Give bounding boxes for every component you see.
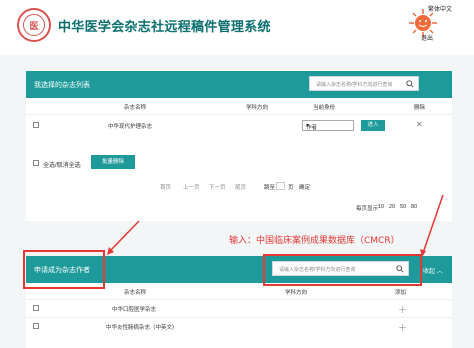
collapse-toggle[interactable]: 收起 ︿ (423, 266, 443, 275)
column-delete: 删除 (414, 105, 426, 111)
chevron-up-icon: ︿ (436, 269, 443, 275)
next-page-link[interactable]: 下一页 (209, 183, 226, 191)
first-page-link[interactable]: 首页 (160, 183, 171, 191)
batch-actions: 全选/取消全选 批量删除 (26, 155, 452, 171)
add-icon[interactable]: ＋ (398, 303, 407, 316)
column-journal-name: 杂志名称 (124, 290, 147, 296)
annotation-box-search (263, 254, 422, 286)
page-jump-input[interactable] (276, 182, 285, 190)
journal-name: 中华口腔医学杂志 (112, 307, 157, 313)
row-checkbox[interactable] (33, 305, 39, 311)
column-role: 当前身份 (313, 105, 336, 111)
delete-icon[interactable]: ✕ (416, 120, 423, 129)
add-icon[interactable]: ＋ (398, 321, 407, 334)
collapse-label: 收起 (423, 269, 436, 275)
society-logo: 医 (17, 8, 51, 42)
page-size-10[interactable]: 10 (378, 204, 384, 210)
column-add: 添加 (395, 290, 407, 296)
row-checkbox[interactable] (33, 122, 39, 128)
enter-button[interactable]: 进入 (361, 120, 385, 131)
header: 医 中华医学会杂志社远程稿件管理系统 繁体中文 退出 (0, 0, 474, 55)
page-size-20[interactable]: 20 (389, 204, 395, 210)
per-page-label: 每页显示 (356, 206, 379, 212)
chevron-down-icon: ▾ (306, 123, 310, 129)
column-subject: 学科方向 (285, 290, 308, 296)
table-row: 中华现代护理杂志 作者 ▾ 进入 ✕ (26, 114, 452, 134)
prev-page-link[interactable]: 上一页 (183, 183, 200, 191)
selected-journals-header: 我选择的杂志列表 请输入杂志名称/学科方向进行查询 (26, 71, 452, 98)
role-select[interactable]: 作者 ▾ (302, 120, 354, 131)
select-all-label[interactable]: 全选/取消全选 (43, 160, 81, 169)
annotation-text: 输入：中国临床案例成果数据库（CMCR） (229, 236, 400, 246)
search-icon[interactable] (406, 80, 414, 88)
batch-delete-button[interactable]: 批量删除 (91, 155, 135, 169)
panel-title: 我选择的杂志列表 (34, 82, 90, 89)
table-row: 中华口腔医学杂志 ＋ (26, 299, 452, 317)
annotation-box-apply-title (23, 250, 105, 289)
site-title: 中华医学会杂志社远程稿件管理系统 (58, 20, 271, 35)
journal-name: 中华炎性肠病杂志（中英文） (106, 325, 178, 331)
page-size-80[interactable]: 80 (411, 204, 417, 210)
jump-label: 跳至 (264, 185, 276, 191)
confirm-jump-button[interactable]: 确定 (299, 183, 310, 191)
search-placeholder: 请输入杂志名称/学科方向进行查询 (316, 82, 393, 88)
language-switch-link[interactable]: 繁体中文 (428, 4, 452, 13)
journal-search-input[interactable]: 请输入杂志名称/学科方向进行查询 (309, 76, 419, 91)
journal-name: 中华现代护理杂志 (108, 124, 153, 130)
table-row: 中华炎性肠病杂志（中英文） ＋ (26, 317, 452, 335)
row-checkbox[interactable] (33, 323, 39, 329)
last-page-link[interactable]: 尾页 (235, 183, 246, 191)
logout-link[interactable]: 退出 (421, 33, 433, 42)
page-label: 页 (288, 185, 294, 191)
table-header: 杂志名称 学科方向 当前身份 删除 (26, 98, 452, 114)
column-subject: 学科方向 (246, 105, 269, 111)
selected-journals-panel: 我选择的杂志列表 请输入杂志名称/学科方向进行查询 杂志名称 学科方向 当前身份… (26, 71, 452, 221)
column-journal-name: 杂志名称 (124, 105, 147, 111)
page-size-50[interactable]: 50 (400, 204, 406, 210)
select-all-checkbox[interactable] (33, 160, 39, 166)
